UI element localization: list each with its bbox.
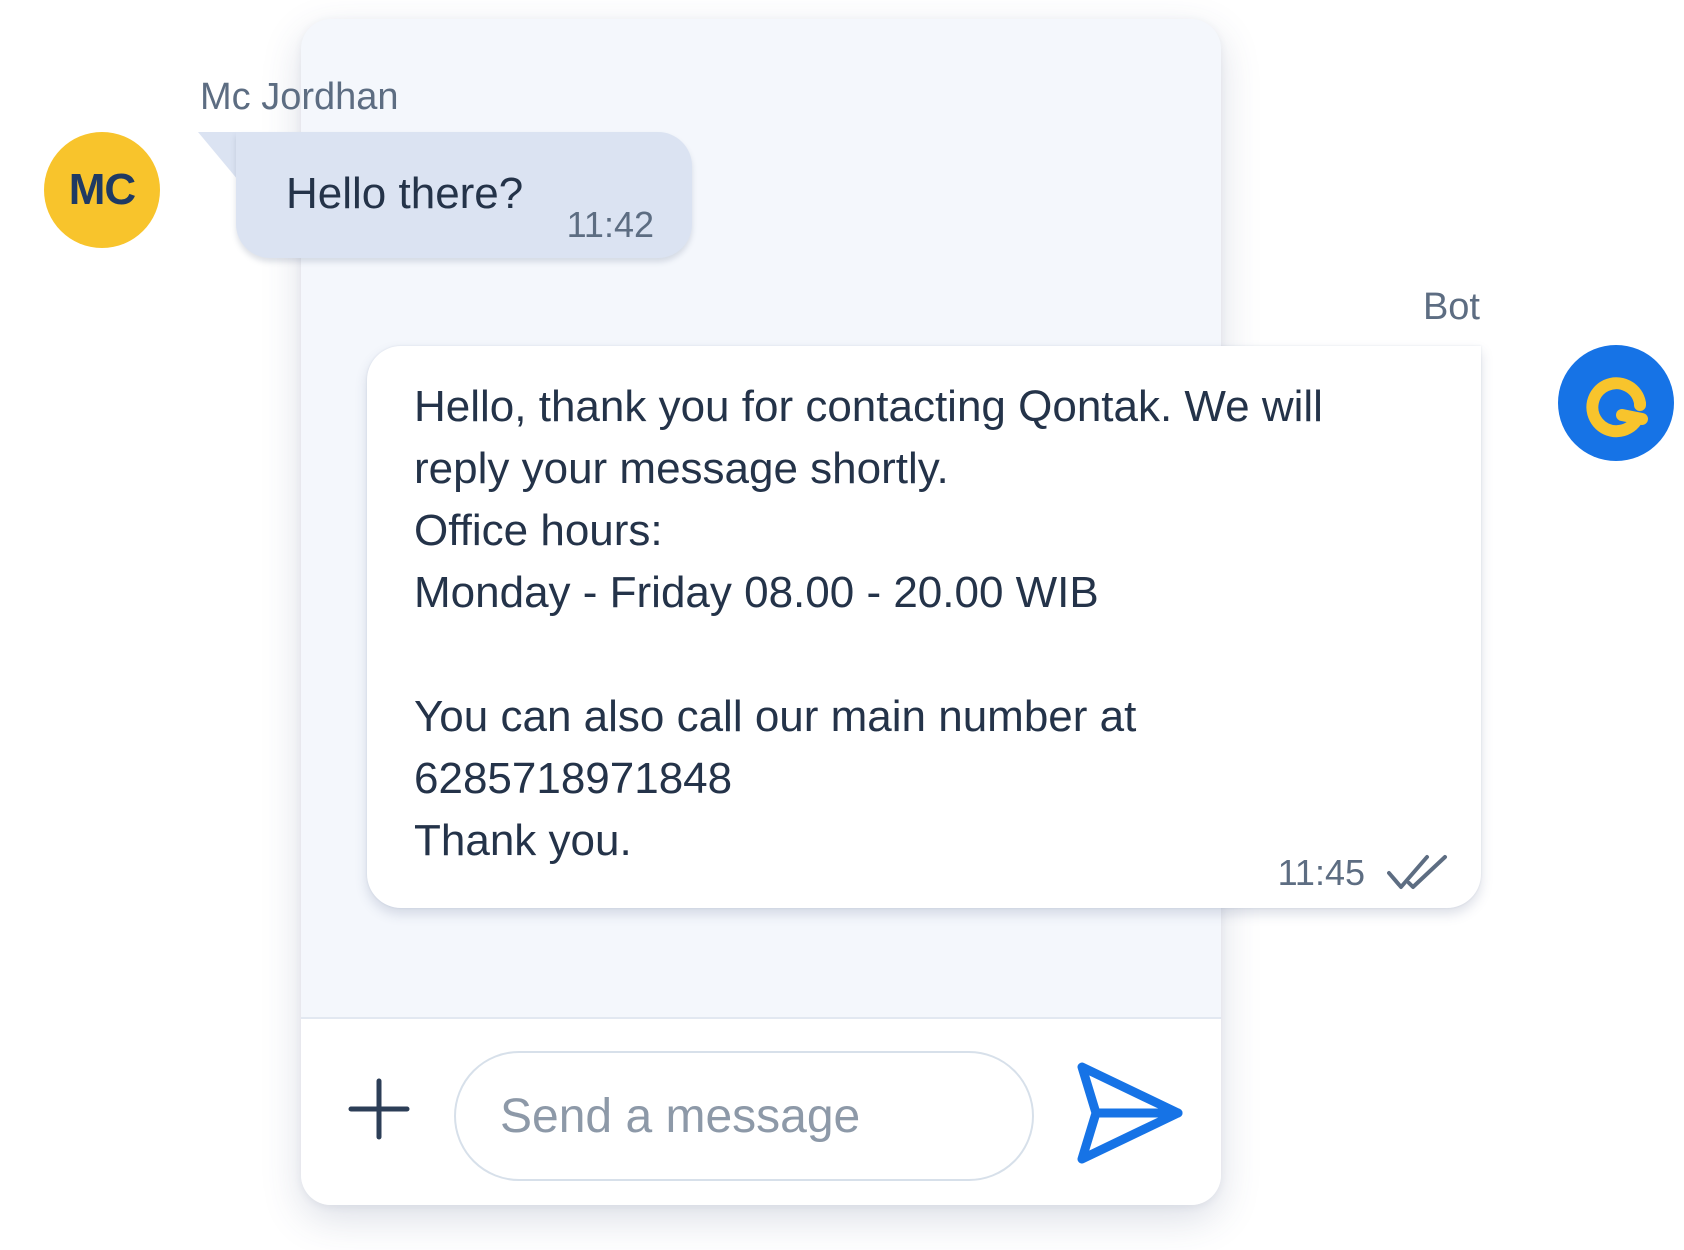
send-icon (1077, 1062, 1183, 1164)
outgoing-message-bubble: Hello, thank you for contacting Qontak. … (367, 346, 1481, 908)
message-input[interactable] (454, 1051, 1034, 1181)
incoming-bubble-tail (198, 132, 238, 180)
avatar-user: MC (44, 132, 160, 248)
outgoing-message-text: Hello, thank you for contacting Qontak. … (414, 382, 1323, 865)
chat-stage: Mc Jordhan MC Hello there? 11:42 Bot Hel… (0, 0, 1684, 1250)
outgoing-bubble-tail (1481, 346, 1517, 400)
send-button[interactable] (1074, 1061, 1184, 1165)
double-check-icon (1387, 853, 1449, 893)
qontak-logo-icon (1586, 377, 1648, 438)
outgoing-message-time: 11:45 (1277, 852, 1365, 893)
incoming-message-text: Hello there? (286, 169, 524, 218)
incoming-message-bubble: Hello there? 11:42 (236, 132, 692, 258)
avatar-initials: MC (68, 165, 136, 214)
incoming-message-time: 11:42 (566, 204, 654, 245)
message-meta: 11:45 (1278, 852, 1449, 894)
sender-name-user: Mc Jordhan (200, 76, 399, 118)
avatar-bot (1558, 345, 1674, 461)
add-attachment-button[interactable] (347, 1077, 411, 1141)
sender-name-bot: Bot (1422, 286, 1480, 328)
message-composer (301, 1017, 1221, 1205)
plus-icon (348, 1078, 410, 1140)
